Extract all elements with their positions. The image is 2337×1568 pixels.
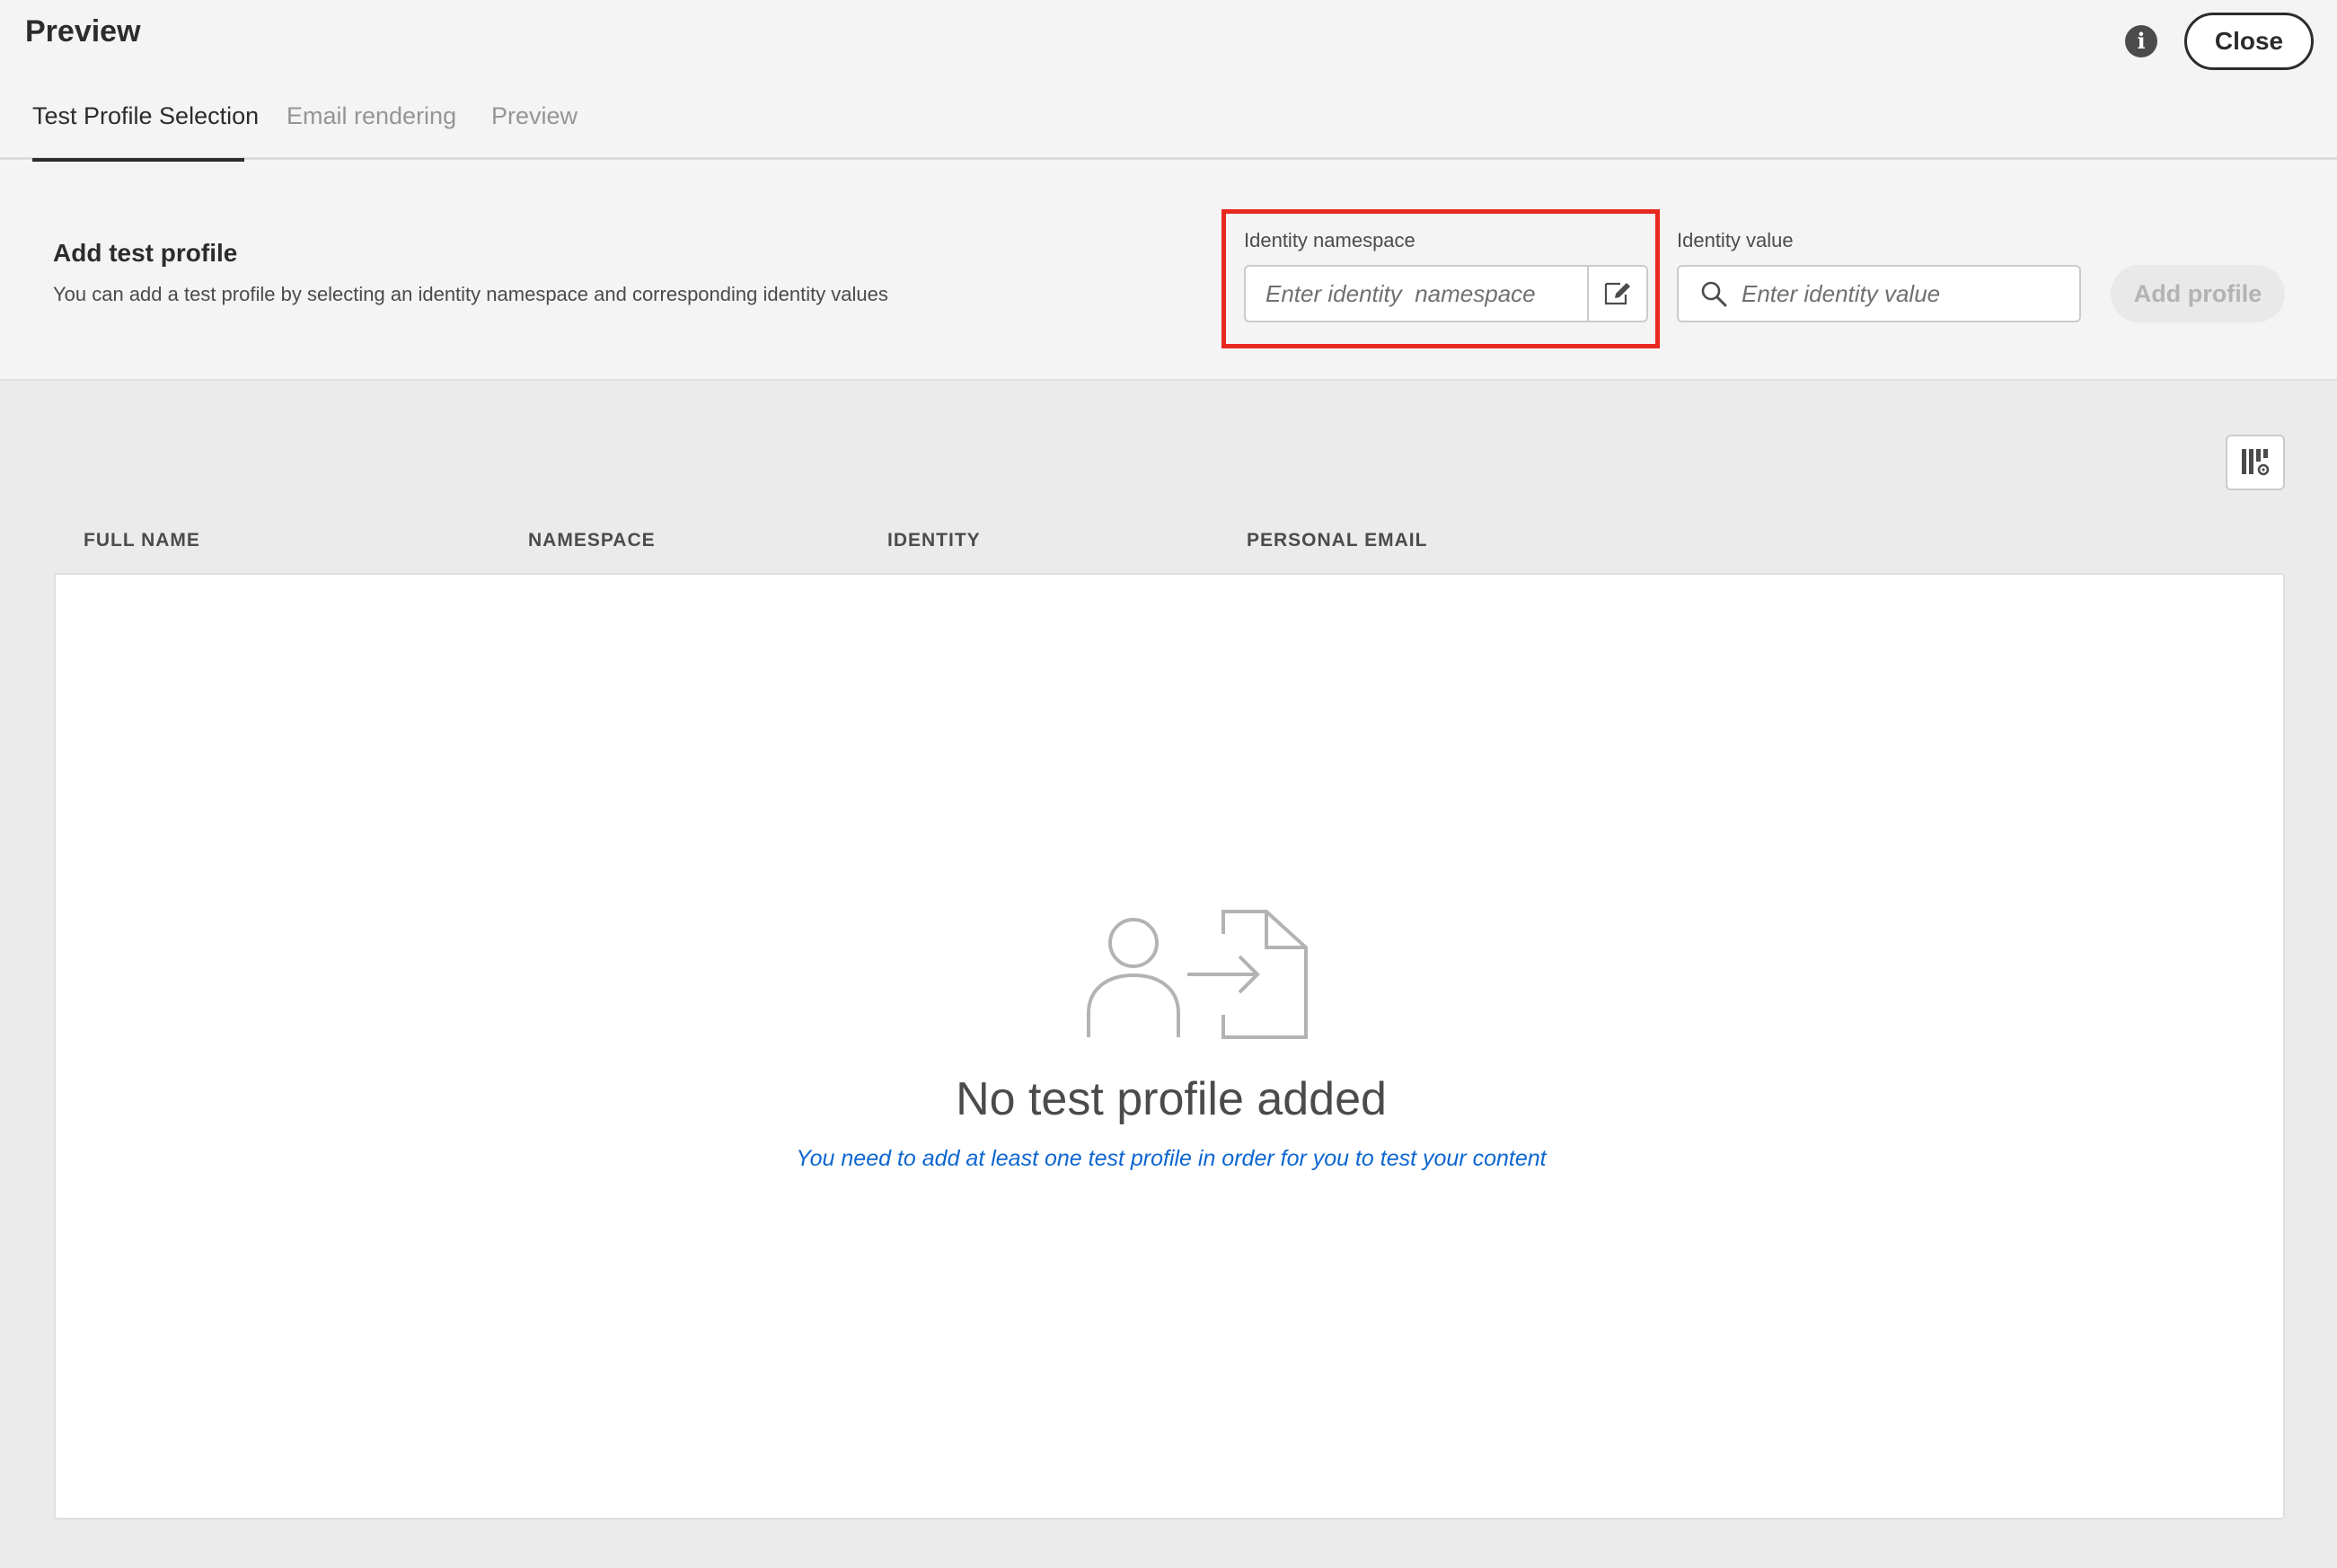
column-settings-icon xyxy=(2242,449,2270,476)
add-test-profile-section: Add test profile You can add a test prof… xyxy=(0,163,2337,381)
identity-namespace-label: Identity namespace xyxy=(1244,229,1415,251)
select-namespace-button[interactable] xyxy=(1587,267,1646,321)
identity-namespace-input[interactable] xyxy=(1246,267,1587,321)
identity-namespace-field xyxy=(1244,265,1648,322)
table-body: No test profile added You need to add at… xyxy=(54,573,2285,1520)
close-button[interactable]: Close xyxy=(2184,13,2314,70)
tab-preview[interactable]: Preview xyxy=(491,102,578,130)
identity-value-label: Identity value xyxy=(1677,229,1794,251)
add-test-profile-title: Add test profile xyxy=(53,239,238,267)
column-header-personal-email[interactable]: PERSONAL EMAIL xyxy=(1247,530,1427,551)
search-icon xyxy=(1698,278,1729,309)
add-profile-button[interactable]: Add profile xyxy=(2111,265,2285,322)
active-tab-indicator xyxy=(32,158,244,162)
add-profile-illustration-icon xyxy=(1087,910,1308,1039)
empty-state-title: No test profile added xyxy=(956,1073,1387,1125)
column-header-full-name[interactable]: FULL NAME xyxy=(84,530,200,551)
header: Preview i Close Test Profile Selection E… xyxy=(0,0,2337,162)
info-icon[interactable]: i xyxy=(2125,25,2157,57)
edit-icon xyxy=(1604,282,1630,305)
tab-email-rendering[interactable]: Email rendering xyxy=(287,102,456,130)
identity-value-input[interactable] xyxy=(1729,279,2079,308)
column-header-namespace[interactable]: NAMESPACE xyxy=(528,530,656,551)
empty-state-description: You need to add at least one test profil… xyxy=(796,1146,1547,1171)
test-profiles-table-area: FULL NAME NAMESPACE IDENTITY PERSONAL EM… xyxy=(0,381,2337,1568)
column-settings-button[interactable] xyxy=(2226,435,2285,490)
add-test-profile-description: You can add a test profile by selecting … xyxy=(53,283,888,305)
tab-test-profile-selection[interactable]: Test Profile Selection xyxy=(32,102,259,130)
page-title: Preview xyxy=(25,14,141,48)
identity-value-field xyxy=(1677,265,2081,322)
column-header-identity[interactable]: IDENTITY xyxy=(887,530,981,551)
